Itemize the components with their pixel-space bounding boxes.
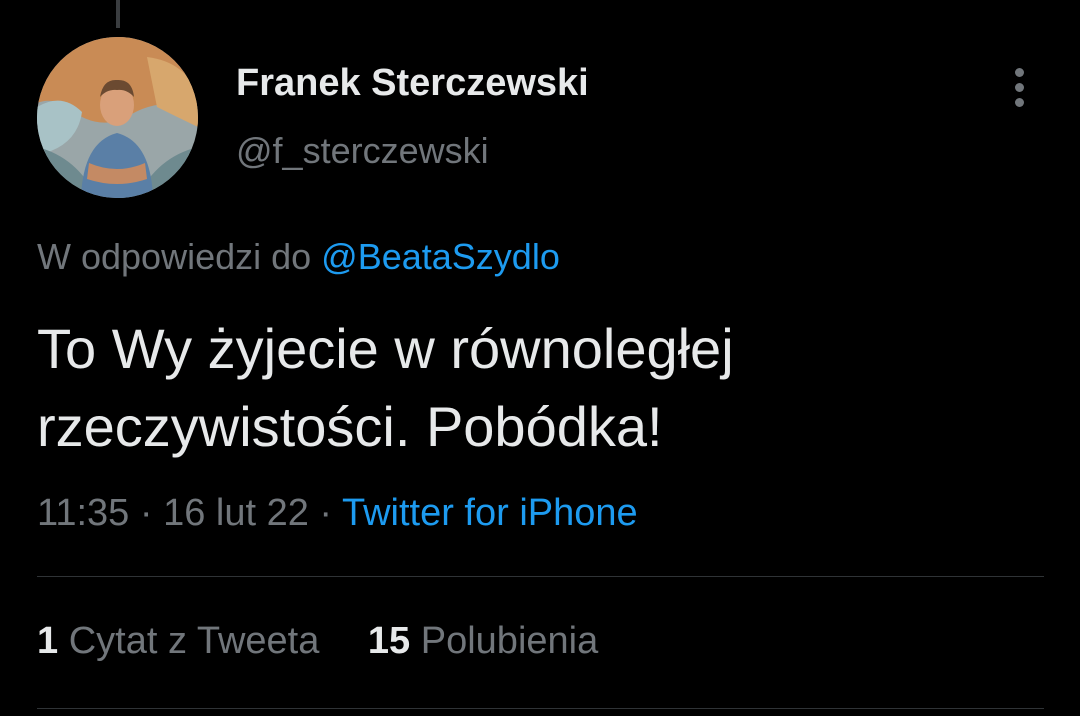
tweet-stats: 1 Cytat z Tweeta 15 Polubienia [37,620,636,663]
avatar[interactable] [37,37,198,198]
quote-tweets-label: Cytat z Tweeta [68,620,320,662]
likes-count: 15 [367,620,411,662]
tweet-meta: 11:35 · 16 lut 22 · Twitter for iPhone [37,492,638,535]
quote-tweets-count: 1 [37,620,59,662]
divider [37,708,1044,709]
author-handle[interactable]: @f_sterczewski [236,130,489,172]
tweet-text: To Wy żyjecie w równoległej rzeczywistoś… [37,317,734,458]
more-options-button[interactable] [1000,60,1040,114]
tweet-time[interactable]: 11:35 [37,492,129,534]
quote-tweets-stat[interactable]: 1 Cytat z Tweeta [37,620,319,663]
reply-context: W odpowiedzi do @BeataSzydlo [37,236,560,278]
avatar-image [37,37,198,198]
reply-prefix: W odpowiedzi do [37,236,312,277]
tweet-date[interactable]: 16 lut 22 [163,492,309,534]
thread-connector-line [116,0,120,28]
reply-mention-link[interactable]: @BeataSzydlo [321,236,560,277]
author-display-name[interactable]: Franek Sterczewski [236,62,589,105]
tweet-source-link[interactable]: Twitter for iPhone [342,492,638,534]
meta-separator: · [129,492,164,534]
divider [37,576,1044,577]
likes-label: Polubienia [420,620,599,662]
meta-separator: · [308,492,342,534]
likes-stat[interactable]: 15 Polubienia [368,620,598,663]
